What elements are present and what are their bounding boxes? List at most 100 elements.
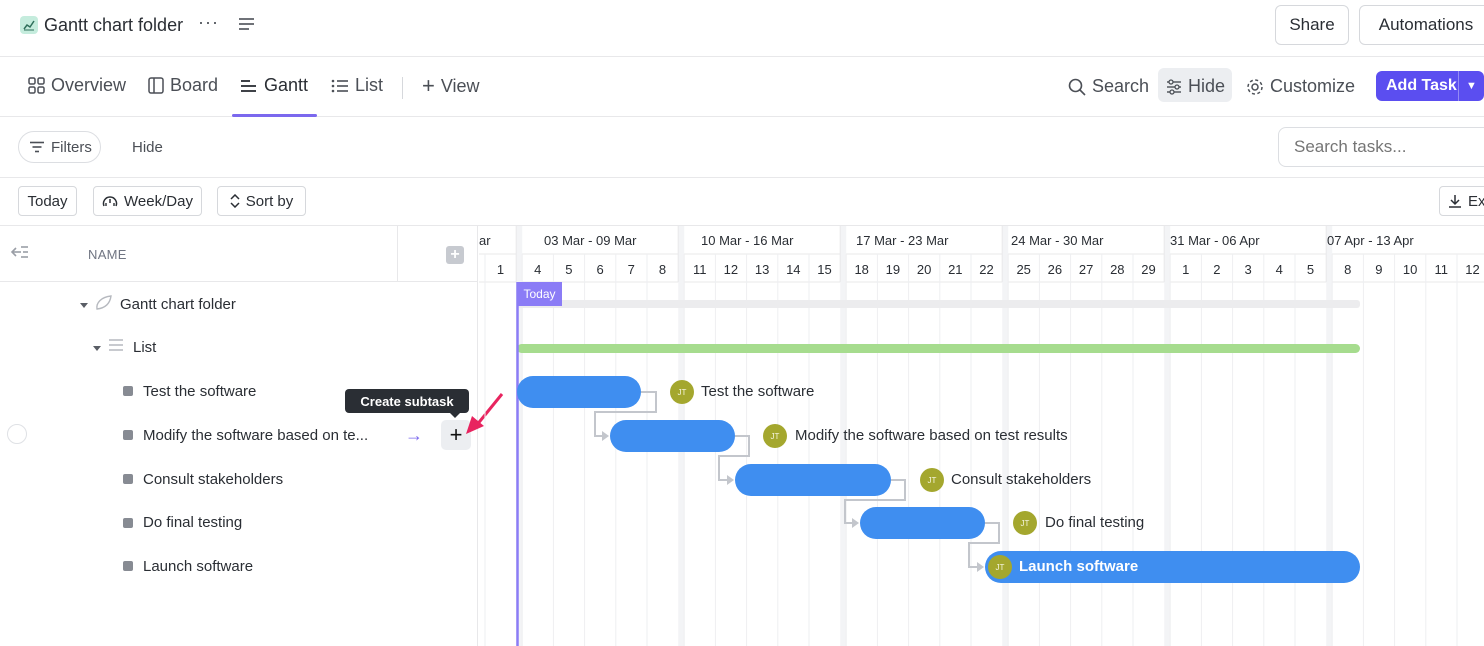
task-bar[interactable] <box>735 464 891 496</box>
day-label: 21 <box>948 262 963 277</box>
today-marker: Today <box>517 282 562 306</box>
task-bar[interactable] <box>610 420 735 452</box>
filters-button[interactable]: Filters <box>18 131 101 163</box>
hide-label: Hide <box>1188 76 1226 96</box>
avatar[interactable]: JT <box>988 555 1012 579</box>
dependency-arrow <box>602 431 609 441</box>
lines-icon[interactable] <box>238 17 256 34</box>
day-label: 7 <box>627 262 635 277</box>
task-status-icon[interactable] <box>123 518 133 528</box>
task-name[interactable]: Test the software <box>143 383 256 400</box>
tab-list[interactable]: List <box>331 75 383 96</box>
dependency-arrow <box>977 562 984 572</box>
dependency-arrow <box>852 518 859 528</box>
list-name[interactable]: List <box>133 339 156 356</box>
hide-filter-button[interactable]: Hide <box>132 139 163 156</box>
arrow-right-icon[interactable]: → <box>405 425 423 446</box>
page-title: Gantt chart folder <box>44 15 184 35</box>
folder-summary-bar <box>517 300 1360 308</box>
day-label: 12 <box>1465 262 1480 277</box>
task-name[interactable]: Do final testing <box>143 514 242 531</box>
bar-label: Test the software <box>701 383 815 400</box>
tab-board-label: Board <box>170 75 219 95</box>
day-label: 5 <box>565 262 573 277</box>
day-label: 29 <box>1141 262 1156 277</box>
export-button[interactable]: Ex <box>1439 186 1484 216</box>
tab-gantt-label: Gantt <box>264 75 309 95</box>
gear-icon <box>1247 78 1263 95</box>
caret-down-icon[interactable] <box>93 346 101 351</box>
task-status-icon[interactable] <box>123 386 133 396</box>
task-name[interactable]: Modify the software based on te... <box>143 427 368 444</box>
week-label: 24 Mar - 30 Mar <box>1011 233 1104 248</box>
sort-by-label: Sort by <box>245 192 294 210</box>
bar-label: Modify the software based on test result… <box>795 427 1068 444</box>
day-label: 11 <box>692 262 707 277</box>
week-label: 17 Mar - 23 Mar <box>856 233 949 248</box>
day-label: 12 <box>723 262 739 277</box>
week-label: 07 Apr - 13 Apr <box>1327 233 1414 248</box>
avatar[interactable]: JT <box>763 424 787 448</box>
automations-button[interactable]: Automations <box>1359 5 1484 45</box>
select-checkbox[interactable] <box>7 424 27 444</box>
add-view-label: View <box>440 75 480 96</box>
share-button[interactable]: Share <box>1275 5 1349 45</box>
caret-down-icon[interactable] <box>80 303 88 308</box>
day-label: 8 <box>1344 262 1352 277</box>
day-label: 3 <box>1244 262 1252 277</box>
task-status-icon[interactable] <box>123 561 133 571</box>
day-label: 5 <box>1306 262 1315 277</box>
folder-name[interactable]: Gantt chart folder <box>120 296 236 313</box>
ellipsis-icon[interactable]: ··· <box>198 12 219 33</box>
search-label: Search <box>1092 76 1150 96</box>
task-status-icon[interactable] <box>123 430 133 440</box>
task-bar[interactable] <box>860 507 985 539</box>
day-label: 10 <box>1402 262 1418 277</box>
customize-button[interactable]: Customize <box>1246 76 1355 97</box>
today-button[interactable]: Today <box>18 186 77 216</box>
folder-icon <box>95 295 113 314</box>
avatar[interactable]: JT <box>670 380 694 404</box>
day-label: 11 <box>1434 262 1449 277</box>
bar-label: Consult stakeholders <box>951 471 1092 488</box>
task-name[interactable]: Consult stakeholders <box>143 471 283 488</box>
add-task-button[interactable]: Add Task ▼ <box>1376 71 1484 101</box>
day-label: 6 <box>596 262 604 277</box>
week-label: 10 Mar - 16 Mar <box>701 233 794 248</box>
task-name[interactable]: Launch software <box>143 558 253 575</box>
day-label: 25 <box>1016 262 1031 277</box>
avatar[interactable]: JT <box>1013 511 1037 535</box>
week-day-button[interactable]: Week/Day <box>93 186 202 216</box>
search-tasks-input[interactable] <box>1278 127 1484 167</box>
overview-icon <box>28 77 45 94</box>
day-label: 13 <box>754 262 770 277</box>
search-button[interactable]: Search <box>1068 76 1149 97</box>
plus-icon: + <box>422 73 435 98</box>
task-status-icon[interactable] <box>123 474 133 484</box>
name-column-header: NAME <box>88 247 127 262</box>
sort-by-button[interactable]: Sort by <box>217 186 306 216</box>
hide-button[interactable]: Hide <box>1166 76 1225 97</box>
list-icon <box>331 79 348 92</box>
chevron-down-icon[interactable]: ▼ <box>1458 71 1484 101</box>
add-task-label: Add Task <box>1386 77 1457 94</box>
tab-overview-label: Overview <box>51 75 127 95</box>
board-icon <box>148 77 164 94</box>
collapse-panel-icon[interactable] <box>10 243 30 264</box>
day-label: 4 <box>1275 262 1283 277</box>
week-label: 03 Mar - 09 Mar <box>544 233 637 248</box>
tab-board[interactable]: Board <box>148 75 218 96</box>
add-view-button[interactable]: + View <box>422 75 480 97</box>
tab-gantt[interactable]: Gantt <box>240 75 308 96</box>
day-label: 26 <box>1047 262 1063 277</box>
add-column-button[interactable]: + <box>446 246 464 264</box>
task-list-header: NAME + <box>0 226 478 282</box>
list-progress-bar <box>517 344 1360 353</box>
tab-overview[interactable]: Overview <box>28 75 126 96</box>
avatar[interactable]: JT <box>920 468 944 492</box>
day-label: 20 <box>916 262 932 277</box>
gantt-timeline[interactable]: ar 03 Mar - 09 Mar 10 Mar - 16 Mar 17 Ma… <box>479 226 1484 646</box>
filters-label: Filters <box>51 138 92 156</box>
week-day-label: Week/Day <box>124 192 193 210</box>
task-bar[interactable] <box>517 376 641 408</box>
